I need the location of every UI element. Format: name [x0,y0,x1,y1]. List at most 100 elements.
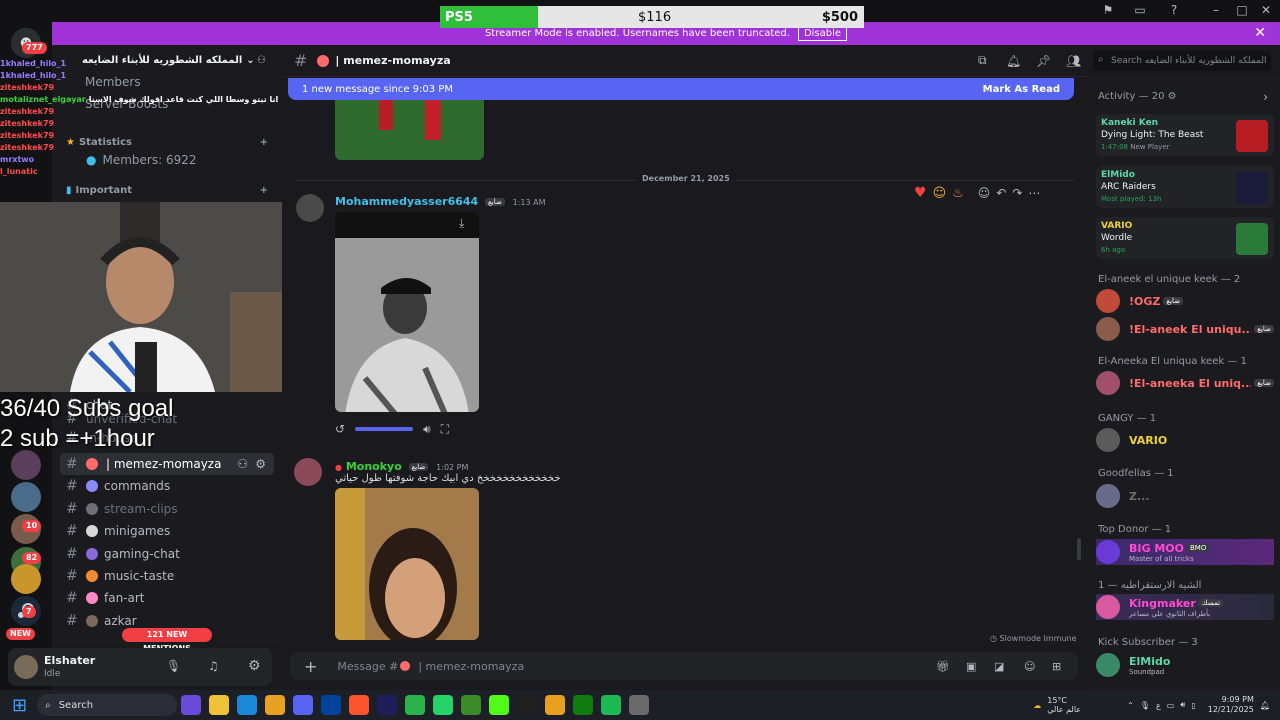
threads-icon[interactable]: ⧉ [978,53,987,68]
attach-plus-icon[interactable]: + [304,657,317,676]
member-item[interactable]: Kingmaker تمسك بأطراف الثانوي علي مساعر [1096,594,1274,620]
close-icon[interactable]: ✕ [1254,25,1266,41]
volume-tray-icon[interactable]: 🔊︎ [1180,700,1185,710]
gif-icon[interactable]: ▣ [966,660,976,673]
server-icon[interactable] [11,564,41,594]
laugh-reaction-icon[interactable]: ☺ [933,186,947,201]
taskbar-search[interactable]: ⌕ Search [37,694,178,716]
activity-card[interactable]: Kaneki Ken Dying Light: The Beast 1:47:08 … [1096,114,1274,156]
clock[interactable]: 9:09 PM 12/21/2025 [1208,695,1254,715]
member-item[interactable]: BIG MOO BMO Master of all tricks [1096,539,1274,565]
minecraft-icon[interactable] [461,695,482,715]
playstation-icon[interactable] [321,695,342,715]
chevron-right-icon[interactable]: › [1263,90,1268,104]
discord-icon[interactable] [293,695,314,715]
forward-icon[interactable]: ↷ [1012,186,1022,200]
server-icon[interactable] [11,450,41,480]
activity-card[interactable]: ElMido ARC Raiders Most played: 13h [1096,166,1274,208]
channel-minigames[interactable]: # minigames [60,520,274,542]
teams-icon[interactable] [181,695,202,715]
add-reaction-icon[interactable]: ☺ [978,186,991,200]
xbox-icon[interactable] [573,695,594,715]
maximize-icon[interactable]: □ [1234,3,1250,19]
capcut-icon[interactable] [405,695,426,715]
minimize-icon[interactable]: – [1208,3,1224,19]
image-attachment[interactable] [335,488,479,640]
edge-icon[interactable] [237,695,258,715]
file-explorer-icon[interactable] [209,695,230,715]
bell-icon[interactable]: 🔔︎ [1006,54,1021,68]
gift-icon[interactable]: 🎁︎ [936,660,950,673]
microphone-icon[interactable]: 🎙︎ [166,659,181,673]
activity-card[interactable]: VARIO Wordle 6h ago [1096,217,1274,259]
mark-as-read-button[interactable]: Mark As Read [983,84,1060,95]
language-indicator[interactable]: ع [1156,701,1161,710]
battery-icon[interactable]: ▯ [1191,701,1195,710]
network-icon[interactable]: ▭ [1167,701,1175,710]
disable-streamer-button[interactable]: Disable [797,26,848,41]
mic-tray-icon[interactable]: 🎙︎ [1140,701,1150,710]
volume-icon[interactable]: 🔊︎ [423,422,431,437]
tray-chevron-icon[interactable]: ⌃ [1127,701,1134,710]
message-author[interactable]: Monokyo [346,460,402,473]
member-item[interactable]: !El-aneeka El uniq... ضايع [1096,370,1274,396]
chrome-icon[interactable] [545,695,566,715]
member-item[interactable]: ElMido Soundpad [1096,652,1274,678]
chrome-icon[interactable] [265,695,286,715]
member-item[interactable]: VARIO [1096,427,1274,453]
add-channel-icon[interactable]: + [260,185,268,196]
volume-slider[interactable] [355,427,414,431]
fullscreen-icon[interactable]: ⛶ [441,422,449,437]
pin-icon[interactable]: 📌︎ [1036,54,1051,68]
help-icon[interactable]: ? [1166,3,1182,19]
close-window-icon[interactable]: ✕ [1258,3,1274,19]
add-channel-icon[interactable]: + [260,137,268,148]
sticker-icon[interactable]: ◪ [994,660,1004,673]
avatar[interactable] [14,655,38,679]
new-mentions-pill[interactable]: 121 NEW MENTIONS [122,628,212,653]
channel-fan-art[interactable]: # fan-art [60,587,274,609]
fire-reaction-icon[interactable]: ♨ [952,186,964,201]
member-item[interactable]: !El-aneek El uniqu... ضايع [1096,316,1274,342]
video-attachment[interactable]: ⤓ [335,212,479,412]
search-input[interactable]: Search المملكه الشطوريه للأبناء الضايعه [1093,51,1271,71]
member-list-icon[interactable]: 👥︎ [1066,54,1081,68]
image-attachment[interactable] [335,100,484,160]
scrollbar[interactable] [1077,538,1081,560]
channel-commands[interactable]: # commands [60,475,274,497]
heart-reaction-icon[interactable]: ♥ [914,185,927,201]
avatar[interactable] [296,194,324,222]
premiere-icon[interactable] [377,695,398,715]
new-messages-bar[interactable]: 1 new message since 9:03 PM Mark As Read [288,78,1074,100]
server-icon[interactable] [11,482,41,512]
whatsapp-icon[interactable] [433,695,454,715]
member-item[interactable]: Z... [1096,483,1274,509]
brave-icon[interactable] [349,695,370,715]
invite-icon[interactable]: ⚇ [237,457,248,471]
avatar[interactable] [294,458,322,486]
gear-icon[interactable]: ⚙ [1168,91,1177,102]
settings-icon[interactable] [629,695,650,715]
weather-icon[interactable]: ☁ [1033,701,1041,710]
gear-icon[interactable]: ⚙ [255,457,266,471]
message-composer[interactable]: + Message # | memez-momayza 🎁︎ ▣ ◪ ☺ ⊞ [290,652,1078,680]
inbox-icon[interactable]: ⚑ [1100,3,1116,19]
weather-widget[interactable]: 15°C عالم عالي [1047,696,1081,714]
message-author[interactable]: Mohammedyasser6644 [335,195,478,208]
emoji-icon[interactable]: ☺ [1024,660,1035,673]
replay-icon[interactable]: ↺ [335,422,345,436]
download-icon[interactable]: ⤓ [459,216,464,231]
channel-stream-clips[interactable]: # stream-clips [60,498,274,520]
apps-icon[interactable]: ⊞ [1052,660,1061,673]
screen-icon[interactable]: ▭ [1132,3,1148,19]
member-item[interactable]: !OGZ ضايع [1096,288,1274,314]
channel-memez-momayza[interactable]: # | memez-momayza ⚇ ⚙ [60,453,274,475]
important-category[interactable]: ▮ Important + [52,179,280,201]
headphones-icon[interactable]: ♫ [208,659,219,673]
obs-icon[interactable] [517,695,538,715]
reply-icon[interactable]: ↶ [996,186,1006,200]
invite-icon[interactable]: ⚇ [257,55,266,66]
spotify-icon[interactable] [601,695,622,715]
settings-gear-icon[interactable]: ⚙ [248,658,261,674]
channel-music-taste[interactable]: # music-taste [60,565,274,587]
